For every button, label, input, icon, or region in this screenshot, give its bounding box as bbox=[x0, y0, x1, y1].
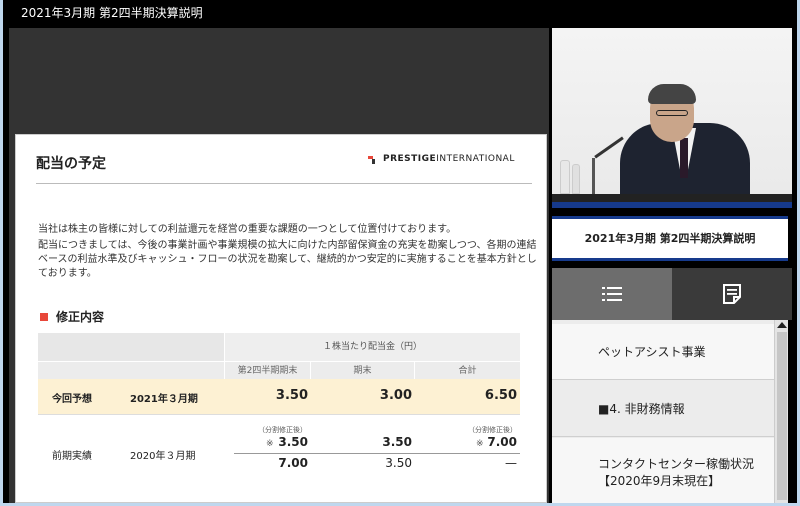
prior-label: 前期実績 bbox=[52, 451, 92, 462]
section-bullet-icon bbox=[40, 312, 48, 321]
table-header-row-2: 第2四半期期末 期末 合計 bbox=[38, 361, 520, 380]
tab-chapters[interactable] bbox=[552, 268, 672, 320]
list-item-pet-assist[interactable]: ペットアシスト事業 bbox=[552, 324, 774, 380]
table-row-forecast: 今回予想 2021年３月期 3.50 3.00 6.50 bbox=[38, 379, 520, 415]
prior-year-end-adjusted: 3.50 bbox=[382, 435, 412, 449]
prior-q2-split-note: （分割修正後） bbox=[258, 426, 307, 434]
forecast-period: 2021年３月期 bbox=[130, 394, 198, 405]
list-item-contact-center-line2: 【2020年9月末現在】 bbox=[598, 474, 721, 488]
prior-q2: 7.00 bbox=[278, 456, 308, 470]
bottle-icon bbox=[572, 164, 580, 194]
list-item-contact-center[interactable]: コンタクトセンター稼働状況 【2020年9月末現在】 bbox=[552, 438, 774, 503]
tab-documents[interactable] bbox=[672, 268, 792, 320]
header-dividend-per-share: １株当たり配当金（円） bbox=[224, 333, 520, 361]
document-icon bbox=[723, 284, 741, 304]
paragraph-2: 配当につきましては、今後の事業計画や事業規模の拡大に向けた内部留保資金の充実を勘… bbox=[38, 240, 537, 279]
list-item-non-financial[interactable]: ■4. 非財務情報 bbox=[552, 381, 774, 437]
window-title: 2021年3月期 第2四半期決算説明 bbox=[3, 0, 797, 28]
forecast-label: 今回予想 bbox=[52, 394, 92, 405]
header-year-end: 期末 bbox=[310, 362, 414, 380]
forecast-q2: 3.50 bbox=[275, 388, 308, 403]
scroll-thumb[interactable] bbox=[777, 332, 787, 500]
logo-text-prestige: PRESTIGE bbox=[383, 154, 437, 164]
company-logo: PRESTIGE INTERNATIONAL bbox=[368, 154, 515, 164]
chapter-list: ペットアシスト事業 ■4. 非財務情報 コンタクトセンター稼働状況 【2020年… bbox=[552, 320, 774, 503]
slide: 配当の予定 PRESTIGE INTERNATIONAL 当社は株主の皆様に対し… bbox=[15, 134, 547, 503]
section-heading: 修正内容 bbox=[40, 308, 104, 325]
table-header-row-1: １株当たり配当金（円） bbox=[38, 333, 520, 361]
prior-period: 2020年３月期 bbox=[130, 451, 196, 462]
slide-title: 配当の予定 bbox=[36, 156, 106, 172]
prior-total-adjusted: 7.00 bbox=[487, 435, 517, 449]
section-title: 修正内容 bbox=[56, 310, 105, 324]
forecast-total: 6.50 bbox=[484, 388, 517, 403]
logo-mark-icon bbox=[368, 154, 378, 164]
sidebar-tabs bbox=[552, 268, 792, 320]
speaker-video[interactable] bbox=[552, 28, 792, 208]
logo-text-international: INTERNATIONAL bbox=[436, 154, 515, 164]
prior-total: — bbox=[505, 456, 517, 470]
slide-viewer: 配当の予定 PRESTIGE INTERNATIONAL 当社は株主の皆様に対し… bbox=[9, 28, 549, 503]
list-scrollbar[interactable] bbox=[774, 320, 788, 503]
header-q2-end: 第2四半期期末 bbox=[224, 362, 310, 380]
prior-q2-adjusted: 3.50 bbox=[278, 435, 308, 449]
prior-row-divider bbox=[234, 453, 520, 454]
bottle-icon bbox=[560, 160, 570, 194]
scroll-up-icon[interactable] bbox=[777, 322, 787, 328]
header-total: 合計 bbox=[414, 362, 520, 380]
app-window: 2021年3月期 第2四半期決算説明 配当の予定 PRESTIGE INTERN… bbox=[3, 0, 797, 503]
title-divider bbox=[36, 183, 532, 184]
list-icon bbox=[602, 287, 622, 301]
video-title-card: 2021年3月期 第2四半期決算説明 bbox=[552, 216, 788, 261]
forecast-year-end: 3.00 bbox=[379, 388, 412, 403]
list-item-contact-center-line1: コンタクトセンター稼働状況 bbox=[598, 457, 755, 471]
paragraph-1: 当社は株主の皆様に対しての利益還元を経営の重要な課題の一つとして位置付けておりま… bbox=[38, 224, 457, 235]
prior-total-split-note: （分割修正後） bbox=[468, 426, 517, 434]
prior-year-end: 3.50 bbox=[385, 456, 412, 470]
